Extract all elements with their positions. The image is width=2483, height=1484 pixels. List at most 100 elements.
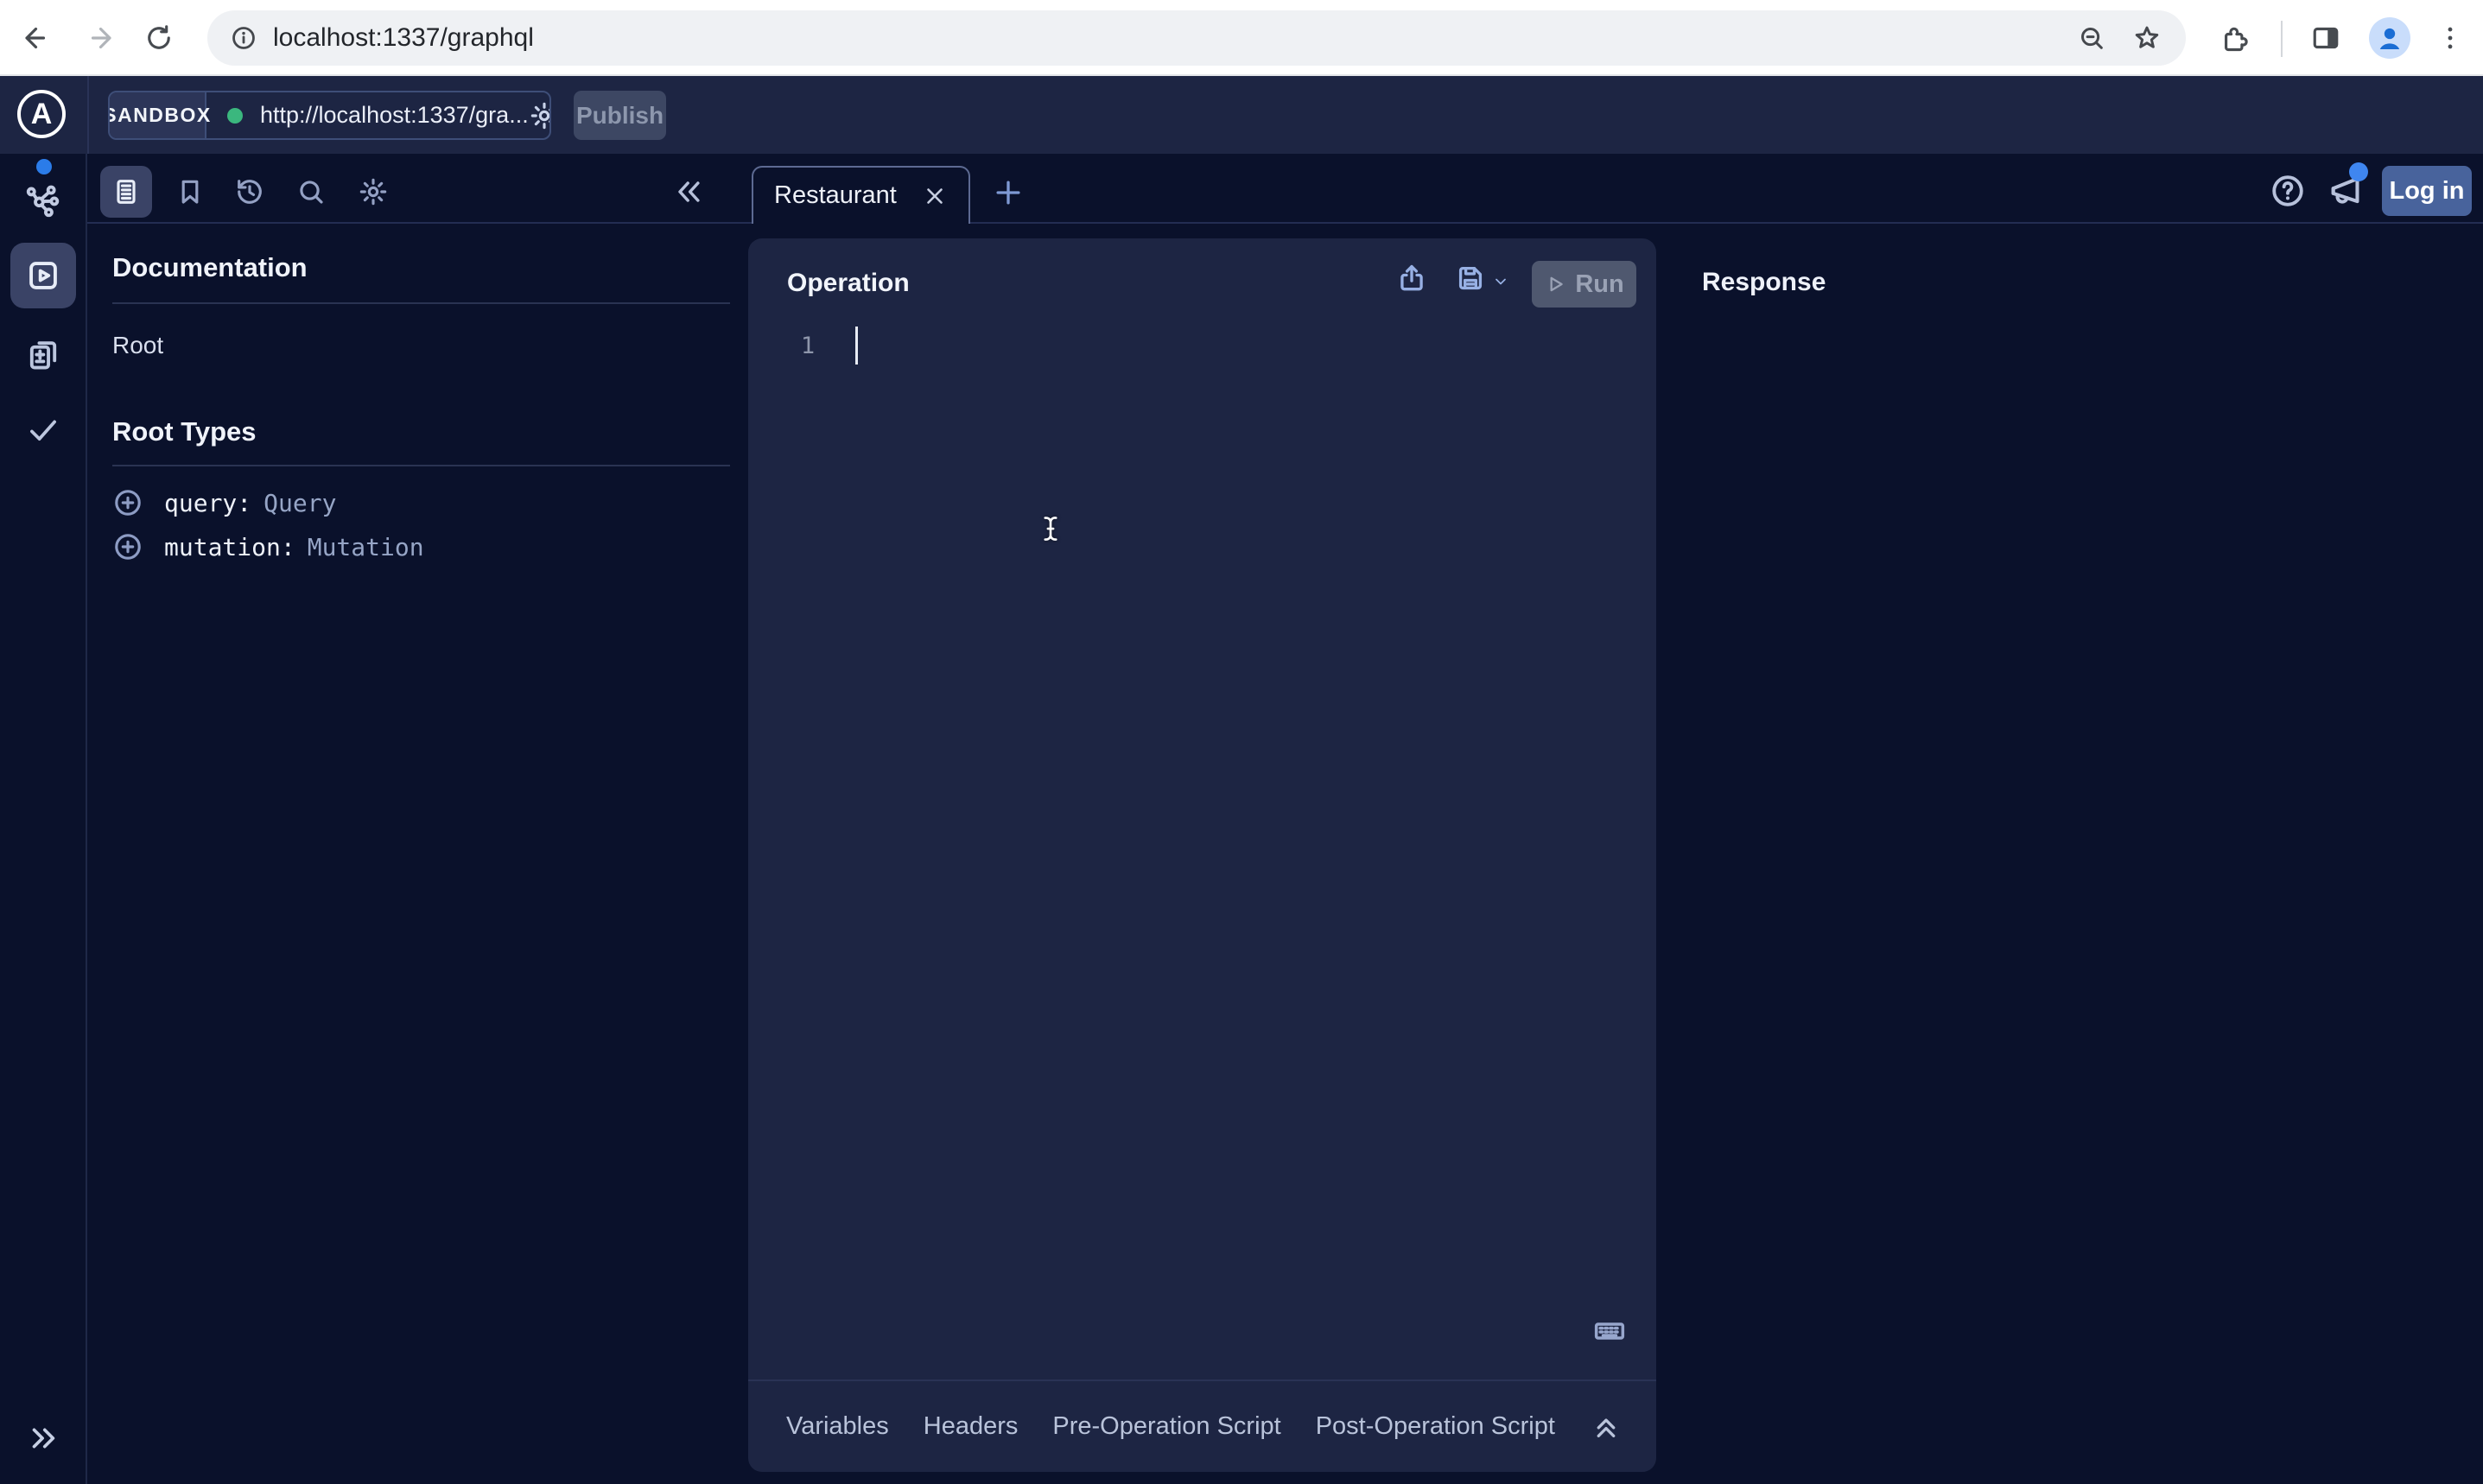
editor-line-number: 1 — [793, 333, 822, 359]
sidebar-item-schema[interactable] — [24, 181, 62, 219]
docs-tab-documentation[interactable] — [100, 166, 152, 218]
add-field-icon[interactable] — [112, 531, 143, 562]
operation-panel: Operation Run 1 Variables Headers Pre-Op… — [748, 238, 1656, 1472]
browser-menu-button[interactable] — [2424, 12, 2476, 64]
play-square-icon — [24, 257, 62, 295]
sandbox-badge: SANDBOX — [110, 92, 206, 138]
publish-button[interactable]: Publish — [574, 91, 666, 140]
checkmark-icon — [25, 412, 61, 448]
browser-toolbar: localhost:1337/graphql — [0, 0, 2483, 76]
root-types-title: Root Types — [112, 416, 257, 447]
operation-tab[interactable]: Restaurant — [752, 166, 970, 224]
search-icon — [295, 176, 327, 207]
apollo-sandbox-screen: localhost:1337/graphql A SANDBOX http://… — [0, 0, 2483, 1484]
history-icon — [234, 176, 265, 207]
bookmark-star-icon[interactable] — [2132, 23, 2162, 53]
response-panel-title: Response — [1702, 268, 1826, 297]
extensions-button[interactable] — [2207, 12, 2259, 64]
save-floppy-icon — [1454, 262, 1487, 295]
connection-settings-button[interactable] — [529, 100, 551, 131]
header-divider — [87, 76, 89, 154]
documentation-icon — [111, 176, 142, 207]
toolbar-bottom-divider — [87, 222, 2483, 224]
field-name: mutation: — [164, 533, 295, 561]
double-chevron-left-icon — [671, 174, 706, 209]
zoom-out-icon[interactable] — [2077, 23, 2106, 53]
double-chevron-up-icon — [1590, 1411, 1623, 1443]
settings-gear-icon — [358, 176, 389, 207]
help-button[interactable] — [2264, 168, 2311, 214]
browser-profile-avatar[interactable] — [2369, 17, 2410, 59]
connection-status-dot — [227, 108, 243, 124]
operation-tab-label: Restaurant — [774, 181, 922, 210]
share-operation-button[interactable] — [1394, 261, 1429, 295]
root-type-row-query: query: Query — [112, 482, 336, 523]
docs-tab-saved-operations[interactable] — [175, 176, 206, 207]
collapse-docs-panel-button[interactable] — [670, 173, 708, 211]
app-header: A SANDBOX http://localhost:1337/gra... P… — [0, 76, 2483, 154]
side-panel-button[interactable] — [2300, 12, 2352, 64]
expand-rail-button[interactable] — [24, 1419, 62, 1457]
url-text: localhost:1337/graphql — [273, 23, 2077, 53]
plus-icon — [992, 176, 1025, 209]
keyboard-shortcuts-button[interactable] — [1592, 1314, 1627, 1348]
site-info-icon[interactable] — [230, 24, 257, 52]
close-tab-icon[interactable] — [922, 183, 948, 209]
save-menu-button[interactable] — [1491, 272, 1510, 291]
footer-tab-variables[interactable]: Variables — [786, 1412, 889, 1441]
share-export-icon — [1395, 262, 1428, 295]
sidebar-item-explorer[interactable] — [10, 243, 76, 308]
expand-footer-button[interactable] — [1590, 1411, 1623, 1443]
new-tab-button[interactable] — [992, 176, 1025, 209]
toolbar-divider — [2281, 21, 2283, 57]
browser-back-button[interactable] — [9, 12, 60, 64]
add-field-icon[interactable] — [112, 487, 143, 518]
footer-tab-pre-operation-script[interactable]: Pre-Operation Script — [1052, 1412, 1280, 1441]
docs-tab-history[interactable] — [234, 176, 265, 207]
announcement-badge — [2349, 162, 2368, 181]
schema-notification-dot — [36, 159, 52, 174]
run-button[interactable]: Run — [1532, 261, 1636, 308]
field-type-link[interactable]: Mutation — [308, 533, 424, 561]
docs-tab-settings[interactable] — [358, 176, 389, 207]
apollo-logo-letter: A — [31, 98, 53, 131]
kebab-menu-icon — [2435, 23, 2465, 53]
field-name: query: — [164, 489, 251, 517]
gear-icon — [529, 100, 551, 131]
chevron-down-icon — [1492, 273, 1509, 290]
root-type-row-mutation: mutation: Mutation — [112, 526, 424, 568]
sidebar-item-checks[interactable] — [25, 412, 61, 448]
browser-forward-button[interactable] — [76, 12, 128, 64]
address-bar[interactable]: localhost:1337/graphql — [207, 10, 2186, 66]
field-type-link[interactable]: Query — [264, 489, 336, 517]
documents-diff-icon — [24, 335, 62, 373]
browser-reload-button[interactable] — [133, 12, 185, 64]
sidebar-item-changesets[interactable] — [24, 335, 62, 373]
docs-root-breadcrumb: Root — [112, 332, 163, 359]
profile-person-icon — [2372, 21, 2407, 55]
reload-icon — [143, 22, 175, 54]
save-operation-button[interactable] — [1453, 261, 1488, 295]
footer-tab-headers[interactable]: Headers — [924, 1412, 1019, 1441]
endpoint-url-text: http://localhost:1337/gra... — [260, 102, 529, 129]
graph-schema-icon — [24, 181, 62, 219]
docs-divider — [112, 302, 730, 304]
docs-tab-search[interactable] — [295, 176, 327, 207]
double-chevron-right-icon — [25, 1420, 61, 1456]
bookmark-icon — [175, 176, 206, 207]
left-rail — [0, 154, 87, 1484]
editor-caret — [855, 327, 858, 365]
side-panel-icon — [2310, 22, 2341, 54]
play-icon — [1544, 273, 1566, 295]
back-arrow-icon — [19, 22, 50, 54]
apollo-logo[interactable]: A — [17, 90, 66, 138]
footer-tab-post-operation-script[interactable]: Post-Operation Script — [1316, 1412, 1555, 1441]
login-button[interactable]: Log in — [2382, 166, 2472, 216]
docs-panel-title: Documentation — [112, 252, 308, 283]
operation-footer: Variables Headers Pre-Operation Script P… — [748, 1379, 1656, 1472]
endpoint-input[interactable]: http://localhost:1337/gra... — [206, 92, 551, 138]
operation-panel-title: Operation — [787, 269, 910, 298]
question-circle-icon — [2269, 172, 2307, 210]
run-button-label: Run — [1575, 270, 1623, 299]
forward-arrow-icon — [86, 22, 117, 54]
